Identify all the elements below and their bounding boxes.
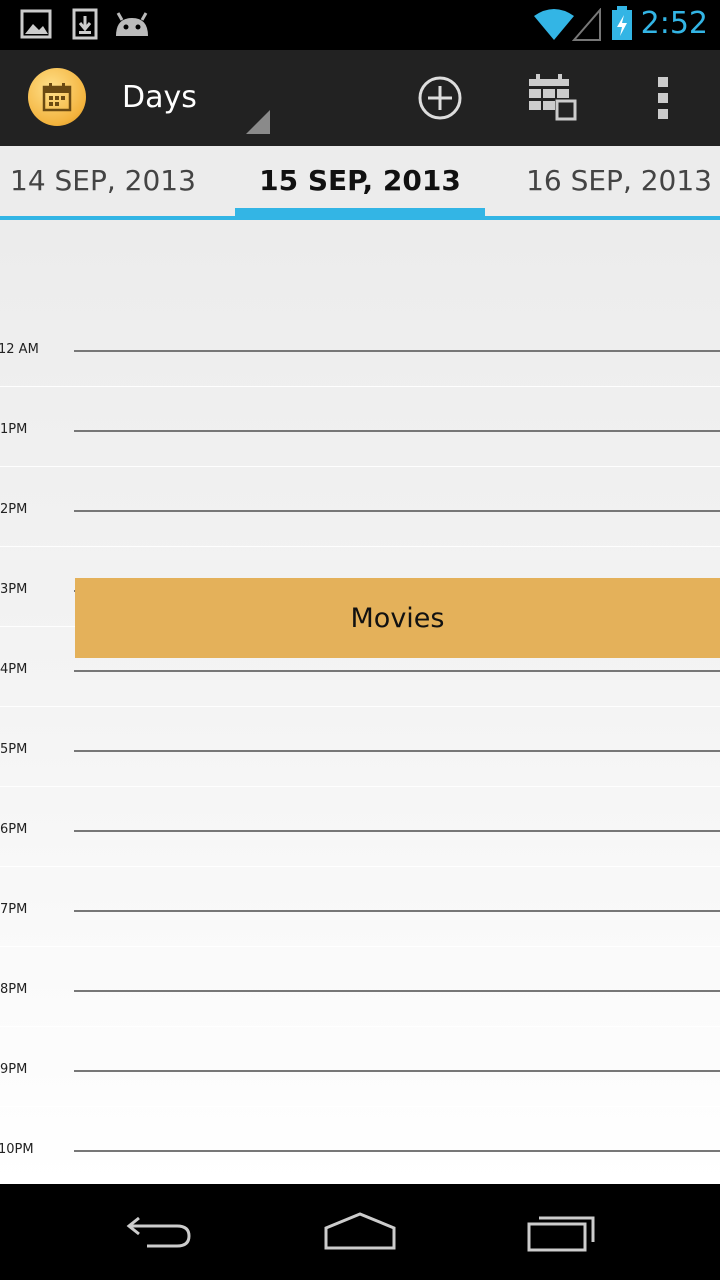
action-bar: Days xyxy=(0,50,720,146)
app-logo[interactable] xyxy=(28,68,86,126)
hour-label: 4PM xyxy=(0,662,28,677)
slot-divider xyxy=(0,1026,720,1027)
slot-divider xyxy=(0,866,720,867)
event-title: Movies xyxy=(350,602,445,634)
hour-line xyxy=(74,750,720,752)
signal-icon xyxy=(571,7,602,46)
hour-label: 5PM xyxy=(0,742,28,757)
hour-line xyxy=(74,1150,720,1152)
hour-line xyxy=(74,990,720,992)
home-button[interactable] xyxy=(300,1184,420,1280)
go-to-date-button[interactable] xyxy=(505,50,601,146)
hour-line xyxy=(74,350,720,352)
add-circle-icon xyxy=(418,76,462,120)
slot-divider xyxy=(0,1106,720,1107)
hour-line xyxy=(74,670,720,672)
slot-divider xyxy=(0,786,720,787)
slot-divider xyxy=(0,706,720,707)
hour-label: 8PM xyxy=(0,982,28,997)
hour-line xyxy=(74,830,720,832)
hour-label: 3PM xyxy=(0,582,28,597)
slot-divider xyxy=(0,946,720,947)
spinner-arrow-icon xyxy=(246,110,270,134)
wifi-icon xyxy=(533,8,575,46)
hour-label: 9PM xyxy=(0,1062,28,1077)
overflow-menu-icon xyxy=(658,77,668,119)
slot-divider xyxy=(0,466,720,467)
event-block[interactable]: Movies xyxy=(75,578,720,658)
add-event-button[interactable] xyxy=(392,50,488,146)
back-button[interactable] xyxy=(100,1184,220,1280)
hour-line xyxy=(74,910,720,912)
view-mode-spinner[interactable]: Days xyxy=(100,50,280,146)
download-icon xyxy=(72,8,98,44)
overflow-menu-button[interactable] xyxy=(615,50,711,146)
status-bar: 2:52 xyxy=(0,0,720,50)
slot-divider xyxy=(0,386,720,387)
recent-apps-icon xyxy=(527,1216,595,1252)
hour-label: 12 AM xyxy=(0,342,39,357)
android-icon xyxy=(112,8,152,44)
clock: 2:52 xyxy=(640,6,708,41)
hour-label: 7PM xyxy=(0,902,28,917)
view-mode-label: Days xyxy=(122,80,197,115)
hour-line xyxy=(74,430,720,432)
calendar-grid-icon xyxy=(529,74,577,121)
day-view[interactable]: 12 AM 1PM 2PM 3PM 4PM 5PM 6PM 7PM 8PM 9PM 10PM Mov… xyxy=(0,222,720,1184)
gallery-icon xyxy=(20,8,52,44)
hour-label: 1PM xyxy=(0,422,28,437)
hour-line xyxy=(74,510,720,512)
calendar-icon xyxy=(42,83,72,112)
tab-selected-indicator xyxy=(235,208,485,218)
hour-label: 6PM xyxy=(0,822,28,837)
hour-line xyxy=(74,1070,720,1072)
date-tabs: 14 SEP, 2013 15 SEP, 2013 16 SEP, 2013 xyxy=(0,146,720,222)
slot-divider xyxy=(0,546,720,547)
recent-apps-button[interactable] xyxy=(502,1184,622,1280)
back-icon xyxy=(126,1216,191,1248)
battery-charging-icon xyxy=(610,6,634,46)
hour-label: 2PM xyxy=(0,502,28,517)
hour-label: 10PM xyxy=(0,1142,34,1157)
navigation-bar xyxy=(0,1184,720,1280)
home-icon xyxy=(324,1212,396,1250)
tab-next-day[interactable]: 16 SEP, 2013 xyxy=(526,164,712,197)
